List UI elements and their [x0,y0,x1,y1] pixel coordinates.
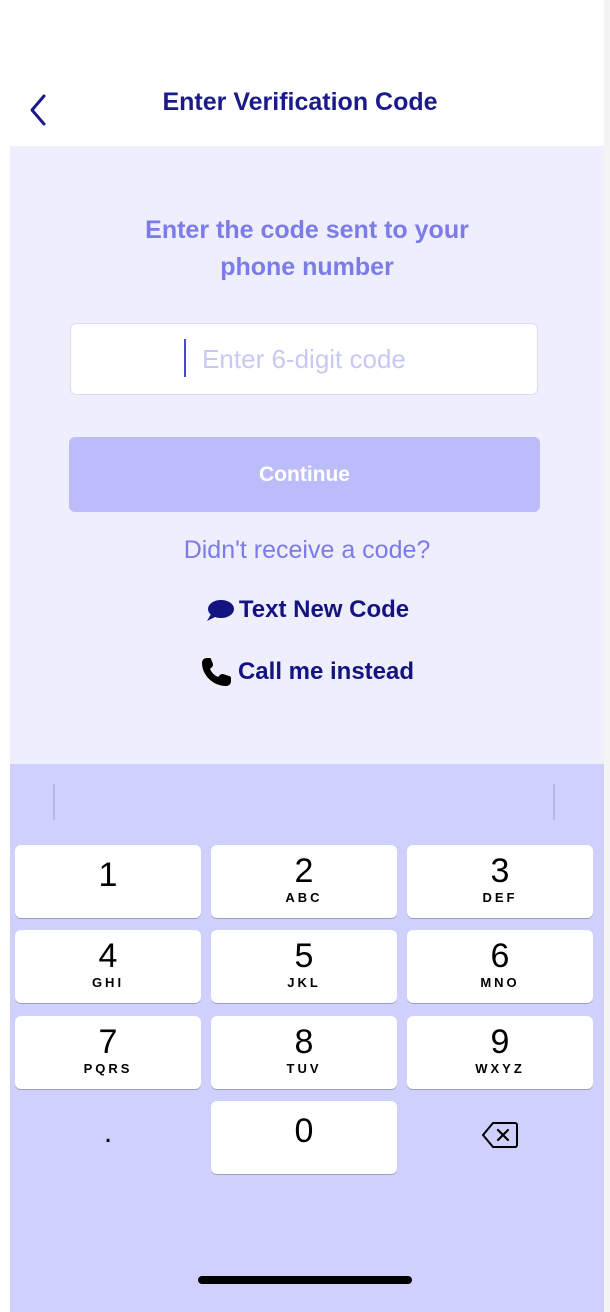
key-digit: 6 [490,937,510,975]
key-decimal[interactable]: . [15,1101,201,1174]
call-me-label: Call me instead [237,658,415,685]
key-3[interactable]: 3 DEF [407,845,593,918]
key-4[interactable]: 4 GHI [15,930,201,1003]
key-letters: MNO [480,975,520,990]
instruction-line-2: phone number [220,253,394,281]
key-digit: 1 [98,856,118,894]
page-title: Enter Verification Code [162,88,438,116]
key-letters: ABC [285,890,323,905]
key-digit: 8 [294,1023,314,1061]
key-digit: 3 [490,852,510,890]
key-letters: PQRS [83,1061,133,1076]
key-2[interactable]: 2 ABC [211,845,397,918]
key-digit: 2 [294,852,314,890]
key-5[interactable]: 5 JKL [211,930,397,1003]
text-new-code-link[interactable]: Text New Code [10,596,604,624]
chat-bubble-icon [205,597,235,623]
key-digit: 0 [294,1112,314,1150]
instruction-text: Enter the code sent to your phone number [10,212,604,286]
screen-edge [604,0,610,1312]
phone-icon [200,656,234,688]
key-digit: 7 [98,1023,118,1061]
key-delete[interactable] [407,1101,593,1174]
key-letters: TUV [286,1061,322,1076]
verification-panel: Enter the code sent to your phone number… [10,146,604,764]
nav-header: Enter Verification Code [0,0,610,146]
key-digit: 4 [98,937,118,975]
key-digit: 5 [294,937,314,975]
key-letters: GHI [91,975,125,990]
call-me-link[interactable]: Call me instead [10,656,604,688]
instruction-line-1: Enter the code sent to your [145,216,469,244]
text-new-code-label: Text New Code [238,596,410,623]
continue-button[interactable]: Continue [69,437,540,512]
key-digit: . [103,1116,113,1149]
keyboard-toolbar-divider [553,784,555,820]
no-code-text: Didn't receive a code? [183,536,431,564]
text-cursor [184,339,186,377]
key-digit: 9 [490,1023,510,1061]
key-8[interactable]: 8 TUV [211,1016,397,1089]
numeric-keypad: 1 2 ABC 3 DEF 4 GHI 5 JKL 6 MNO 7 PQRS 8… [10,764,604,1312]
home-indicator[interactable] [198,1276,412,1284]
key-6[interactable]: 6 MNO [407,930,593,1003]
verification-code-input[interactable] [70,323,538,395]
key-7[interactable]: 7 PQRS [15,1016,201,1089]
keyboard-toolbar-divider [53,784,55,820]
key-letters: DEF [482,890,518,905]
key-0[interactable]: 0 [211,1101,397,1174]
backspace-icon [482,1122,518,1148]
key-1[interactable]: 1 [15,845,201,918]
key-letters: JKL [287,975,321,990]
key-9[interactable]: 9 WXYZ [407,1016,593,1089]
key-letters: WXYZ [475,1061,525,1076]
